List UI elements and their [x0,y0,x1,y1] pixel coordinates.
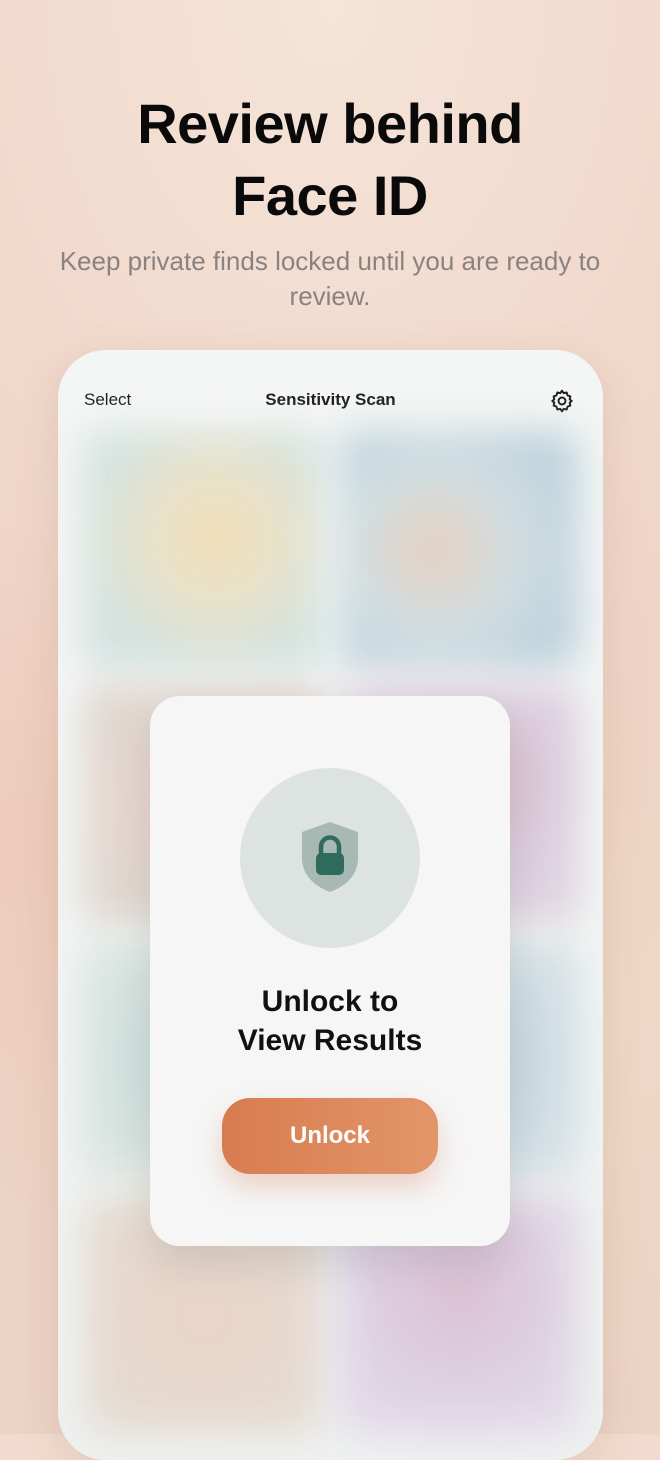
blurred-result-thumbnail [339,430,579,670]
shield-lock-icon [302,822,358,892]
phone-mockup: Select Sensitivity Scan Unlock to View R… [58,350,603,1460]
unlock-button[interactable]: Unlock [222,1098,438,1174]
unlock-card-title-line1: Unlock to [261,985,399,1018]
screen-title: Sensitivity Scan [265,390,396,409]
promo-headline: Review behind Face ID [0,88,660,232]
promo-headline-line2: Face ID [232,164,428,227]
lock-badge [240,768,420,948]
promo-subheadline: Keep private finds locked until you are … [59,246,601,311]
blurred-result-thumbnail [84,430,324,670]
promo-headline-line1: Review behind [137,92,523,155]
unlock-card-title-line2: View Results [237,1024,423,1057]
unlock-card: Unlock to View Results Unlock [150,696,510,1246]
gear-icon[interactable] [549,388,575,414]
navigation-bar: Select Sensitivity Scan [58,380,603,424]
unlock-card-title: Unlock to View Results [170,982,490,1060]
